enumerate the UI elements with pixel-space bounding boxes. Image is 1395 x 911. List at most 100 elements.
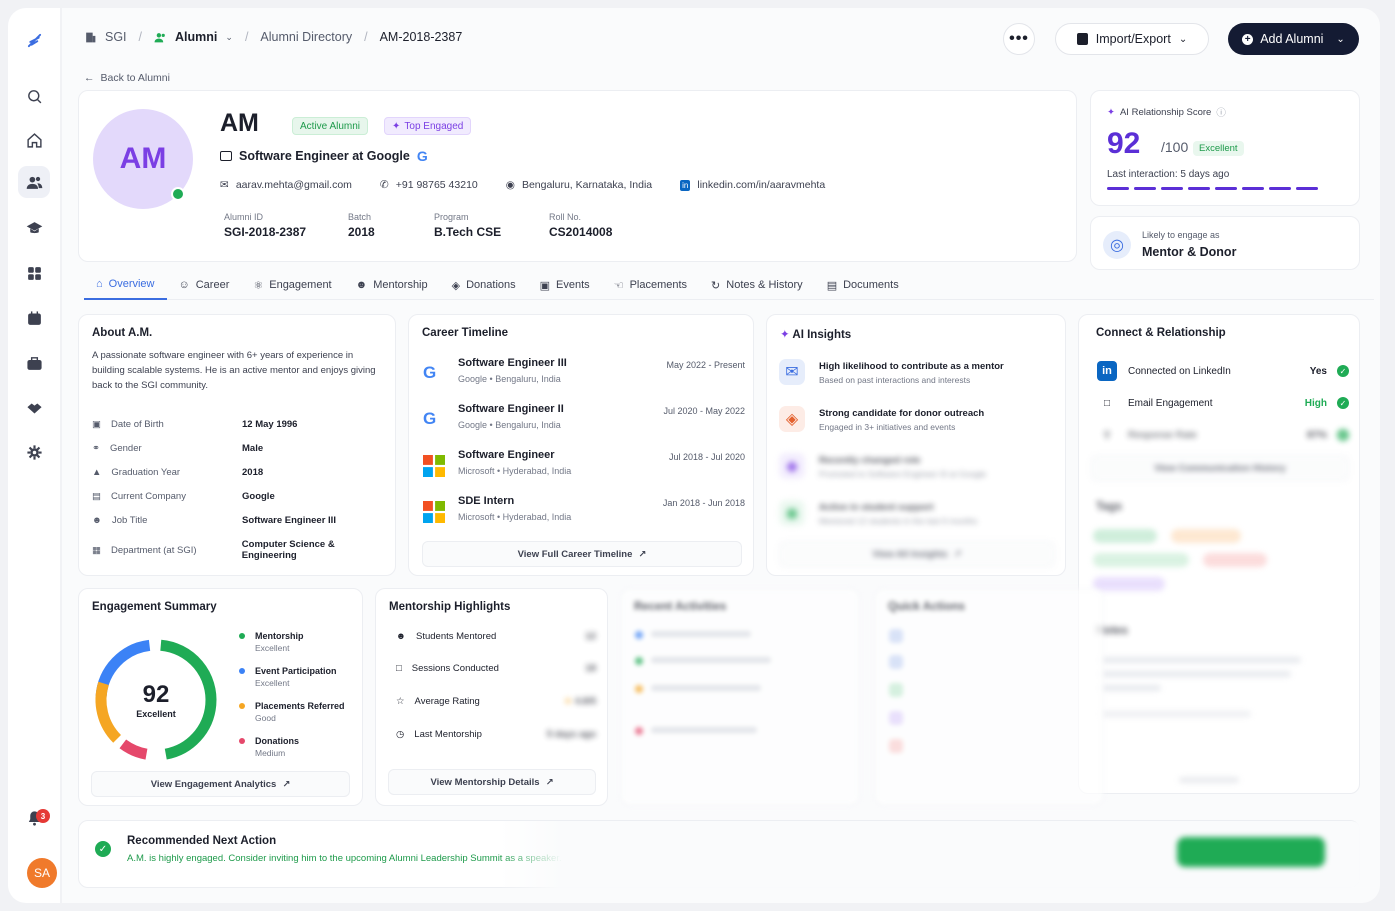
action-icon[interactable] — [889, 629, 903, 643]
users-icon: ☻ — [355, 279, 368, 291]
view-all-insights-button[interactable]: View All Insights ↗ — [779, 541, 1055, 567]
back-link[interactable]: ← Back to Alumni — [84, 72, 170, 84]
insight-item: ◈ Strong candidate for donor outreach En… — [779, 404, 1055, 444]
add-alumni-button[interactable]: + Add Alumni ⌄ — [1228, 23, 1359, 55]
tab-label: Documents — [843, 279, 899, 291]
about-row: ▦ Department (at SGI) Computer Science & E… — [92, 539, 392, 561]
calendar-icon[interactable] — [22, 306, 46, 330]
logo-icon[interactable] — [22, 28, 46, 52]
connect-value: Yes — [1309, 365, 1327, 377]
tab-label: Notes & History — [726, 279, 803, 291]
view-mentorship-details-button[interactable]: View Mentorship Details ↗ — [388, 769, 596, 795]
import-export-button[interactable]: Import/Export ⌄ — [1055, 23, 1209, 55]
about-value: Male — [242, 443, 264, 454]
plus-circle-icon: + — [1242, 33, 1254, 45]
insight-item: ◉ Active in student support Mentored 12 … — [779, 498, 1055, 538]
google-logo-icon: G — [423, 409, 437, 428]
tag-pill[interactable] — [1093, 553, 1189, 567]
home-icon: ⌂ — [96, 278, 103, 290]
job-dates: Jan 2018 - Jun 2018 — [662, 498, 745, 508]
document-icon: ▤ — [826, 279, 838, 292]
microsoft-logo-icon — [423, 455, 445, 477]
about-row: ▣ Date of Birth 12 May 1996 — [92, 419, 392, 430]
recommended-action-card: ✓ Recommended Next Action A.M. is highly… — [78, 820, 1361, 889]
job-location: Hyderabad, India — [502, 512, 572, 522]
meta-label: Roll No. — [549, 212, 582, 222]
action-icon[interactable] — [889, 711, 903, 725]
insight-subtitle: Mentored 12 students in the last 6 month… — [819, 516, 978, 526]
contact-row: ✉ aarav.mehta@gmail.com ✆ +91 98765 43210 … — [220, 179, 825, 191]
briefcase-icon[interactable] — [22, 351, 46, 375]
action-icon[interactable] — [889, 683, 903, 697]
view-career-timeline-button[interactable]: View Full Career Timeline ↗ — [422, 541, 742, 567]
job-company: Google • Bengaluru, India — [458, 420, 561, 430]
breadcrumb-directory[interactable]: Alumni Directory — [260, 30, 352, 44]
info-icon[interactable]: ⓘ — [1216, 105, 1226, 119]
handshake-icon[interactable] — [22, 396, 46, 420]
career-item: SDE Intern Microsoft • Hyderabad, India … — [423, 495, 745, 535]
about-row: ☻ Job Title Software Engineer III — [92, 515, 392, 526]
tab-placements[interactable]: ☜ Placements — [602, 270, 699, 300]
view-communication-history-button[interactable]: View Communication History — [1091, 455, 1349, 481]
tab-career[interactable]: ☺ Career — [167, 270, 242, 300]
more-options-button[interactable]: ••• — [1003, 23, 1035, 55]
connect-value: High — [1304, 397, 1327, 409]
meta-label: Alumni ID — [224, 212, 264, 222]
tab-documents[interactable]: ▤ Documents — [815, 270, 911, 300]
tab-notes-history[interactable]: ↻ Notes & History — [699, 270, 815, 300]
users-icon[interactable] — [18, 166, 50, 198]
mentorship-key: Average Rating — [414, 696, 480, 707]
profile-tabs: ⌂ Overview ☺ Career ⚛ Engagement ☻ Mentorshi… — [84, 270, 1374, 300]
mentorship-value: 18 — [585, 663, 596, 674]
action-icon[interactable] — [889, 655, 903, 669]
job-location: Hyderabad, India — [502, 466, 572, 476]
arrow-left-icon: ← — [84, 72, 95, 84]
tab-mentorship[interactable]: ☻ Mentorship — [344, 270, 440, 300]
view-engagement-analytics-button[interactable]: View Engagement Analytics ↗ — [91, 771, 350, 797]
history-icon: ↻ — [711, 279, 721, 292]
check-circle-icon: ✓ — [95, 841, 111, 857]
tab-donations[interactable]: ◈ Donations — [440, 270, 528, 300]
email-contact[interactable]: ✉ aarav.mehta@gmail.com — [220, 179, 352, 191]
tab-overview[interactable]: ⌂ Overview — [84, 270, 167, 300]
action-icon[interactable] — [889, 739, 903, 753]
grid-icon[interactable] — [22, 261, 46, 285]
phone-contact[interactable]: ✆ +91 98765 43210 — [380, 179, 478, 191]
activities-panel: Recent Activities Quick Actions — [620, 588, 1360, 806]
tag-pill[interactable] — [1203, 553, 1267, 567]
about-row: ▤ Current Company Google — [92, 491, 392, 502]
mentorship-highlights-card: Mentorship Highlights ☻ Students Mentored… — [375, 588, 608, 806]
recommendation-action-button[interactable] — [1177, 837, 1325, 867]
about-key: Date of Birth — [110, 419, 164, 430]
about-title: About A.M. — [92, 327, 153, 339]
career-item: G Software Engineer II Google • Bengalur… — [423, 403, 745, 443]
graduation-cap-icon[interactable] — [22, 216, 46, 240]
tag-pill[interactable] — [1093, 529, 1157, 543]
calendar-icon: ▣ — [539, 279, 551, 292]
user-avatar[interactable]: SA — [27, 858, 57, 888]
breadcrumb-org[interactable]: SGI — [105, 30, 127, 44]
about-card: About A.M. A passionate software enginee… — [78, 314, 396, 576]
search-icon[interactable] — [22, 84, 46, 108]
arrow-up-right-icon: ↗ — [953, 548, 962, 560]
tab-engagement[interactable]: ⚛ Engagement — [241, 270, 343, 300]
tag-pill[interactable] — [1171, 529, 1241, 543]
progress-segment — [1215, 187, 1237, 190]
check-icon: ✓ — [1337, 429, 1349, 441]
chevron-down-icon[interactable]: ⌄ — [225, 32, 233, 43]
job-company-name: Google — [458, 374, 488, 384]
connect-row: ⚲ Response Rate 87% ✓ — [1097, 424, 1349, 446]
home-icon[interactable] — [22, 128, 46, 152]
about-value: Computer Science & Engineering — [241, 539, 335, 561]
activity-line — [651, 685, 761, 691]
engagement-badge-label: Top Engaged — [404, 120, 464, 132]
job-company: Microsoft • Hyderabad, India — [458, 466, 572, 476]
chevron-down-icon: ⌄ — [1336, 33, 1345, 45]
mentorship-value: 12 — [585, 631, 596, 642]
gear-icon[interactable] — [22, 440, 46, 464]
linkedin-contact[interactable]: in linkedin.com/in/aaravmehta — [680, 179, 825, 191]
user-tag-icon: ☻ — [92, 515, 102, 526]
job-company-name: Google — [458, 420, 488, 430]
tab-events[interactable]: ▣ Events — [528, 270, 602, 300]
breadcrumb-section[interactable]: Alumni — [175, 30, 217, 44]
